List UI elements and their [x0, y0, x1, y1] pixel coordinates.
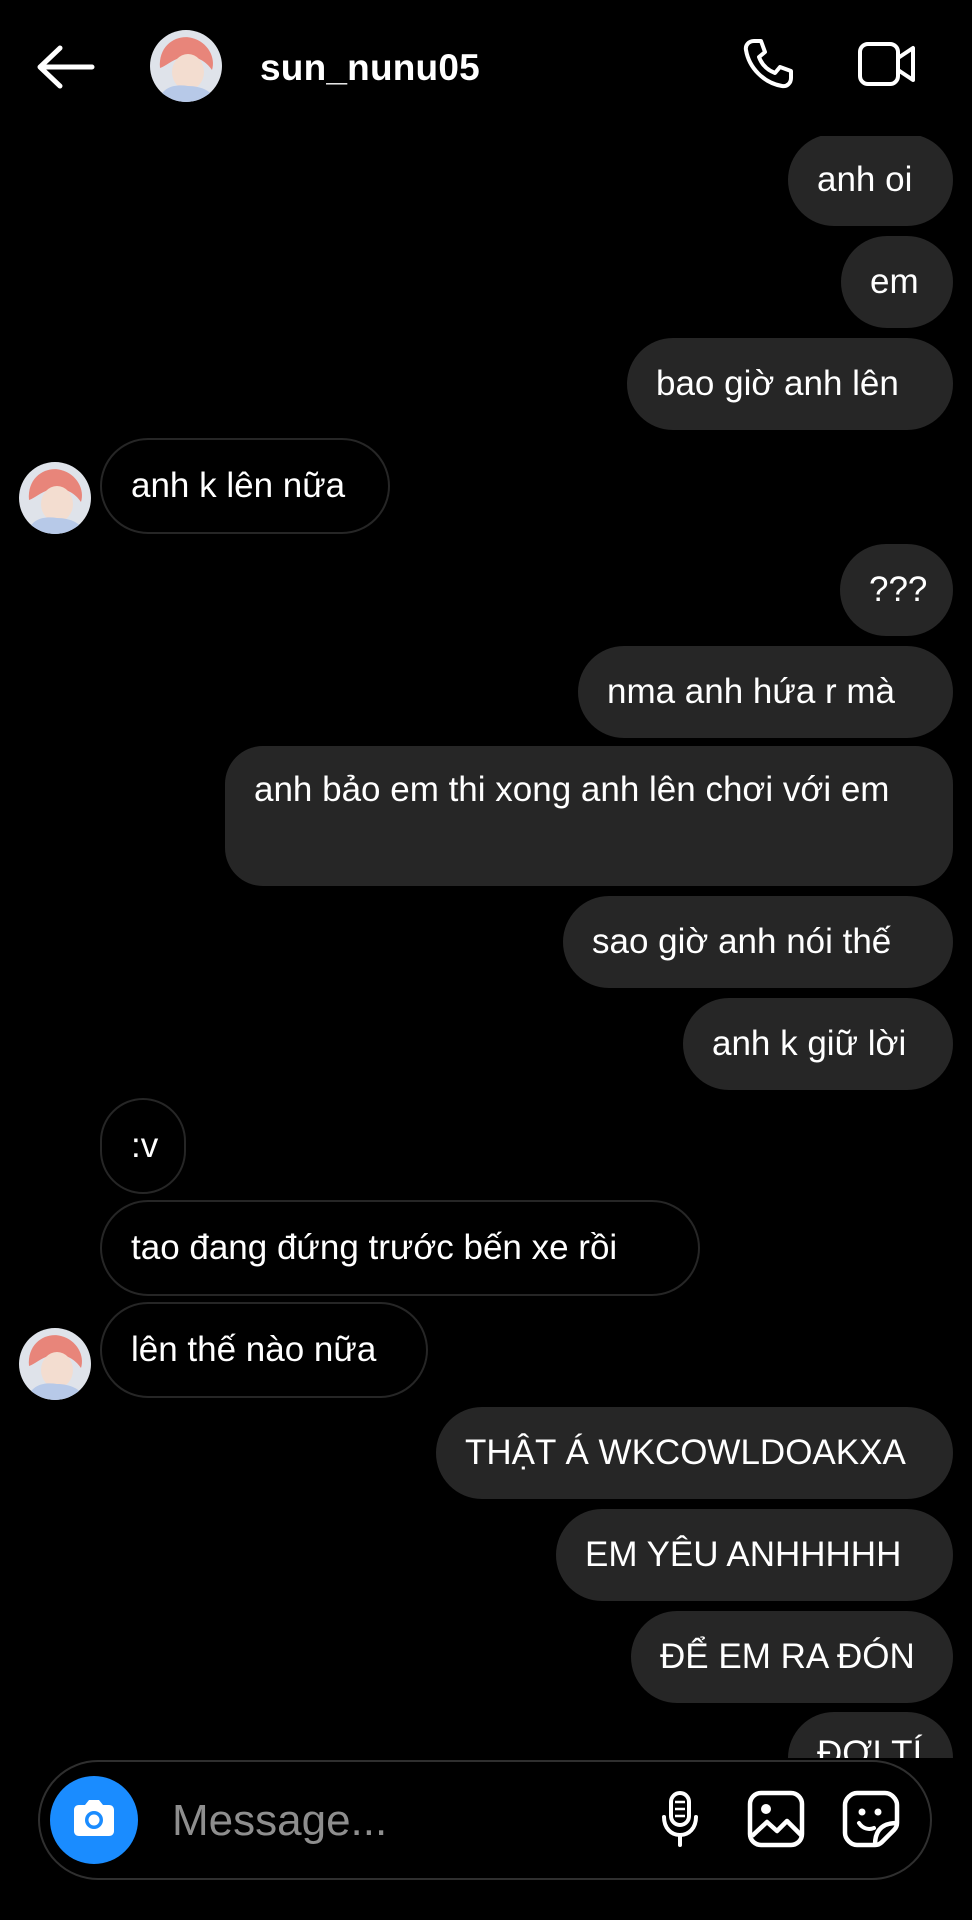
phone-icon [740, 36, 796, 97]
message-bubble-sent[interactable]: bao giờ anh lên [627, 338, 953, 430]
voice-message-button[interactable] [650, 1790, 710, 1852]
message-bubble-sent[interactable]: anh k giữ lời [683, 998, 953, 1090]
message-bubble-received[interactable]: :v [100, 1098, 186, 1194]
message-bubble-sent[interactable]: sao giờ anh nói thế [563, 896, 953, 988]
sticker-button[interactable] [840, 1790, 902, 1852]
video-camera-icon [857, 40, 917, 93]
microphone-icon [660, 1790, 700, 1853]
message-bubble-received[interactable]: tao đang đứng trước bến xe rồi [100, 1200, 700, 1296]
message-bubble-sent[interactable]: ĐỢI TÍ [788, 1712, 953, 1758]
message-text: anh oi [817, 160, 913, 199]
image-gallery-icon [747, 1790, 805, 1853]
voice-call-button[interactable] [738, 36, 798, 96]
bottom-bar [0, 1758, 972, 1920]
username[interactable]: sun_nunu05 [260, 44, 480, 92]
camera-button[interactable] [50, 1776, 138, 1864]
message-text: anh bảo em thi xong anh lên chơi với em [254, 770, 890, 809]
gallery-button[interactable] [745, 1790, 807, 1852]
avatar[interactable] [19, 462, 91, 534]
message-bubble-received[interactable]: anh k lên nữa [100, 438, 390, 534]
message-composer [38, 1760, 932, 1880]
message-text: EM YÊU ANHHHHH [585, 1535, 902, 1574]
message-thread[interactable]: anh oi em bao giờ anh lên anh k lên nữa … [0, 0, 972, 1758]
message-bubble-sent[interactable]: anh oi [788, 134, 953, 226]
message-text: ĐỂ EM RA ĐÓN [660, 1637, 915, 1676]
message-text: anh k lên nữa [131, 466, 346, 505]
message-bubble-sent[interactable]: em [841, 236, 953, 328]
camera-icon [70, 1798, 118, 1843]
message-text: anh k giữ lời [712, 1024, 907, 1063]
message-bubble-received[interactable]: lên thế nào nữa [100, 1302, 428, 1398]
message-bubble-sent[interactable]: ??? [840, 544, 953, 636]
message-text: bao giờ anh lên [656, 364, 899, 403]
message-bubble-sent[interactable]: EM YÊU ANHHHHH [556, 1509, 953, 1601]
arrow-left-icon [36, 45, 96, 94]
message-text: em [870, 262, 919, 301]
message-bubble-sent[interactable]: THẬT Á WKCOWLDOAKXA [436, 1407, 953, 1499]
avatar[interactable] [150, 30, 222, 102]
chat-header: sun_nunu05 [0, 0, 972, 136]
message-bubble-sent[interactable]: ĐỂ EM RA ĐÓN [631, 1611, 953, 1703]
message-bubble-sent[interactable]: nma anh hứa r mà [578, 646, 953, 738]
message-text: ??? [869, 570, 928, 609]
back-button[interactable] [34, 44, 98, 94]
avatar[interactable] [19, 1328, 91, 1400]
message-text: tao đang đứng trước bến xe rồi [131, 1228, 618, 1267]
message-text: sao giờ anh nói thế [592, 922, 892, 961]
message-text: ĐỢI TÍ [817, 1734, 923, 1758]
message-text: lên thế nào nữa [131, 1330, 377, 1369]
sticker-icon [842, 1790, 900, 1853]
message-text: nma anh hứa r mà [607, 672, 896, 711]
message-input[interactable] [170, 1790, 654, 1852]
message-text: :v [131, 1126, 159, 1165]
message-bubble-sent[interactable]: anh bảo em thi xong anh lên chơi với em [225, 746, 953, 886]
video-call-button[interactable] [855, 36, 919, 96]
message-text: THẬT Á WKCOWLDOAKXA [465, 1433, 906, 1472]
